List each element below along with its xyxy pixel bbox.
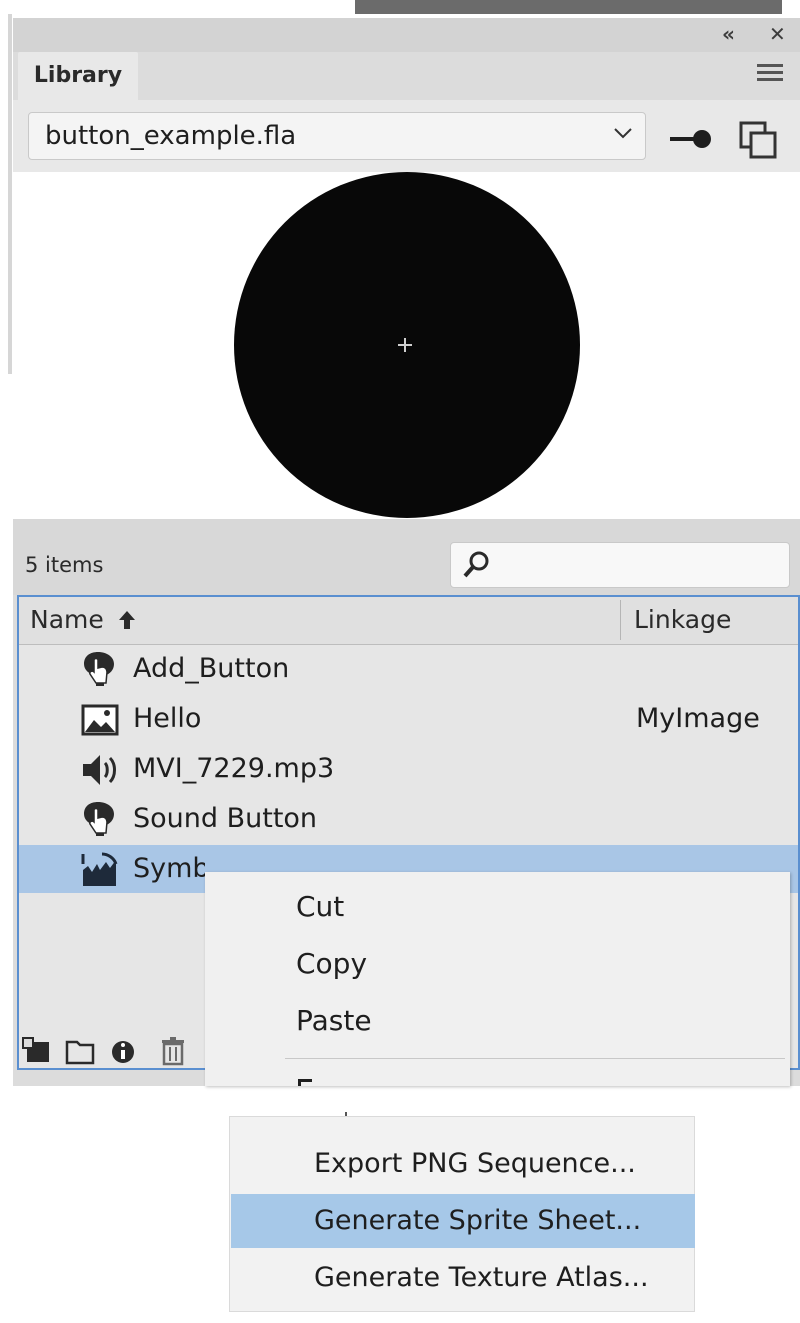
window-title-strip [355,0,782,14]
hamburger-menu-icon[interactable] [757,64,783,85]
button-symbol-icon [84,802,114,836]
double-chevron-left-icon[interactable]: « [722,22,735,46]
new-symbol-icon[interactable] [22,1037,49,1062]
menu-separator [285,1058,785,1059]
registration-point-icon [398,338,412,352]
new-library-panel-icon[interactable] [738,120,778,160]
sound-icon [83,755,116,785]
search-input[interactable] [450,542,790,588]
item-name: Hello [133,703,202,734]
chevron-down-icon[interactable] [612,122,634,144]
column-header-name[interactable]: Name [30,605,104,634]
menu-item-partial[interactable] [296,1076,322,1086]
panel-title-bar [13,18,800,52]
item-name: MVI_7229.mp3 [133,753,335,784]
bitmap-icon [81,704,119,736]
item-count: 5 items [25,553,104,577]
column-header-linkage[interactable]: Linkage [634,605,731,634]
trash-icon[interactable] [162,1037,184,1066]
item-name: Symbol 1 [133,853,205,884]
library-bottom-toolbar [22,1037,184,1066]
menu-item-generate-texture-atlas[interactable]: Generate Texture Atlas... [314,1262,649,1293]
column-divider[interactable] [620,600,621,640]
menu-item-copy[interactable]: Copy [296,947,367,980]
menu-item-export-png-sequence[interactable]: Export PNG Sequence... [314,1148,636,1179]
item-linkage: MyImage [636,703,760,734]
properties-info-icon[interactable] [112,1041,134,1063]
tab-library[interactable]: Library [18,52,138,100]
new-folder-icon[interactable] [65,1040,95,1065]
scrollbar-track [8,14,12,374]
sort-ascending-icon[interactable] [116,609,138,631]
menu-item-cut[interactable]: Cut [296,890,344,923]
movie-clip-icon [81,852,118,886]
item-name: Add_Button [133,653,290,684]
button-symbol-icon [84,652,114,686]
close-icon[interactable]: ✕ [769,22,786,46]
pin-icon[interactable] [668,126,714,152]
item-name: Sound Button [133,803,318,834]
context-menu [205,872,790,1086]
document-select[interactable]: button_example.fla [28,112,646,160]
menu-item-generate-sprite-sheet[interactable]: Generate Sprite Sheet... [314,1205,641,1236]
menu-item-paste[interactable]: Paste [296,1004,372,1037]
search-icon [463,551,489,578]
